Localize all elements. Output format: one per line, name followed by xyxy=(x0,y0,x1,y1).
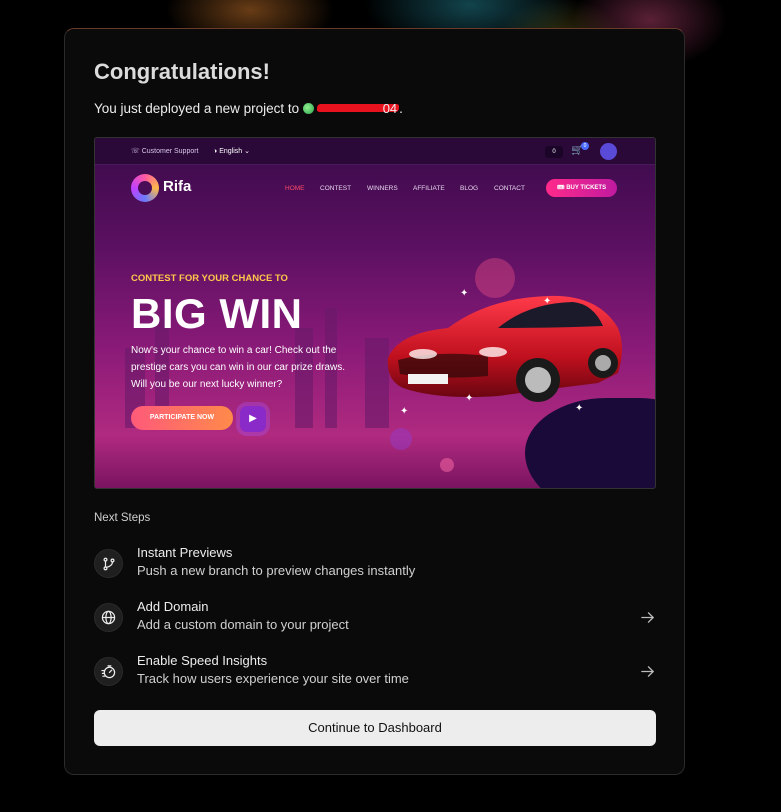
preview-bubble xyxy=(390,428,412,450)
preview-sparkle-icon: ✦ xyxy=(575,403,584,414)
arrow-right-icon[interactable] xyxy=(640,664,655,684)
preview-red-car-image xyxy=(387,295,622,402)
deploy-message-text: You just deployed a new project to xyxy=(94,100,300,116)
step-enable-speed-insights[interactable]: Enable Speed Insights Track how users ex… xyxy=(94,651,656,695)
preview-nav-winners: WINNERS xyxy=(367,185,398,192)
preview-body-text: Now's your chance to win a car! Check ou… xyxy=(131,345,345,390)
preview-sparkle-icon: ✦ xyxy=(400,406,409,417)
preview-nav-contact: CONTACT xyxy=(494,185,525,192)
project-name-suffix: 04 xyxy=(382,101,398,115)
step-description: Add a custom domain to your project xyxy=(137,617,349,632)
arrow-right-icon[interactable] xyxy=(640,610,655,630)
step-instant-previews[interactable]: Instant Previews Push a new branch to pr… xyxy=(94,543,656,587)
preview-dark-blob xyxy=(525,398,655,488)
preview-language-text: English xyxy=(219,148,243,155)
git-branch-icon xyxy=(94,549,123,578)
deploy-message-period: . xyxy=(399,100,403,116)
continue-to-dashboard-button[interactable]: Continue to Dashboard xyxy=(94,710,656,746)
preview-support-link: ☏ Customer Support xyxy=(131,148,199,155)
step-description: Push a new branch to preview changes ins… xyxy=(137,563,416,578)
step-add-domain[interactable]: Add Domain Add a custom domain to your p… xyxy=(94,597,656,641)
preview-sparkle-icon: ✦ xyxy=(465,393,474,404)
preview-support-text: Customer Support xyxy=(141,148,199,155)
preview-nav-affiliate: AFFILIATE xyxy=(413,185,445,192)
preview-nav-home: HOME xyxy=(285,185,305,192)
preview-headline: BIG WIN xyxy=(131,290,303,337)
preview-sparkle-icon: ✦ xyxy=(460,288,469,299)
step-description: Track how users experience your site ove… xyxy=(137,671,409,686)
preview-buy-tickets-label: BUY TICKETS xyxy=(566,185,607,191)
project-name-link[interactable]: 04 xyxy=(317,101,399,115)
preview-logo-icon xyxy=(131,174,159,202)
speed-gauge-icon xyxy=(94,657,123,686)
preview-kicker: CONTEST FOR YOUR CHANCE TO xyxy=(131,273,288,284)
deploy-message: You just deployed a new project to 04 . xyxy=(94,99,403,117)
preview-logo-text: Rifa xyxy=(163,178,192,195)
preview-cart-badge: 0 xyxy=(581,142,589,150)
page-title: Congratulations! xyxy=(94,59,270,84)
status-dot-icon xyxy=(303,102,315,114)
preview-nav-blog: BLOG xyxy=(460,185,479,192)
preview-play-icon: ▶ xyxy=(240,406,266,432)
deploy-success-card: Congratulations! You just deployed a new… xyxy=(64,28,685,775)
preview-sparkle-icon: ✦ xyxy=(543,296,552,307)
preview-count: 0 xyxy=(545,146,563,158)
step-title: Enable Speed Insights xyxy=(137,653,268,668)
preview-nav-contest: CONTEST xyxy=(320,185,352,192)
preview-buy-tickets-button: 🎟 BUY TICKETS xyxy=(546,179,617,197)
preview-language-select: ◑ English ⌄ xyxy=(213,148,250,155)
preview-bubble xyxy=(440,458,454,472)
next-steps-heading: Next Steps xyxy=(94,512,151,524)
globe-icon xyxy=(94,603,123,632)
preview-participate-button: PARTICIPATE NOW xyxy=(131,406,233,430)
preview-avatar xyxy=(600,143,617,160)
deployment-preview-screenshot[interactable]: ☏ Customer Support ◑ English ⌄ 0 🛒 0 Rif… xyxy=(94,137,656,489)
step-title: Instant Previews xyxy=(137,545,233,560)
step-title: Add Domain xyxy=(137,599,209,614)
